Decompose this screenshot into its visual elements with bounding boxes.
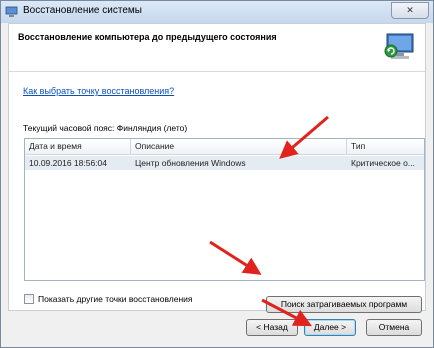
table-row[interactable]: 10.09.2016 18:56:04 Центр обновления Win… <box>25 156 424 170</box>
title-bar[interactable]: Восстановление системы ✕ <box>1 1 433 23</box>
back-button[interactable]: < Назад <box>246 319 298 336</box>
close-button[interactable]: ✕ <box>391 2 429 19</box>
column-header-description[interactable]: Описание <box>131 139 347 154</box>
row-type: Критическое о... <box>351 158 415 168</box>
system-restore-window: Восстановление системы ✕ Восстановление … <box>0 0 434 348</box>
cancel-button[interactable]: Отмена <box>366 319 422 336</box>
column-header-date[interactable]: Дата и время <box>25 139 131 154</box>
content-panel: Восстановление компьютера до предыдущего… <box>8 23 426 313</box>
row-description: Центр обновления Windows <box>135 158 246 168</box>
system-restore-icon <box>5 6 18 17</box>
restore-points-table[interactable]: Дата и время Описание Тип 10.09.2016 18:… <box>24 138 425 281</box>
page-title: Восстановление компьютера до предыдущего… <box>18 32 277 42</box>
help-link[interactable]: Как выбрать точку восстановления? <box>23 86 174 96</box>
show-more-label: Показать другие точки восстановления <box>38 294 193 304</box>
row-date: 10.09.2016 18:56:04 <box>29 158 107 168</box>
show-more-option[interactable]: Показать другие точки восстановления <box>24 294 193 304</box>
scan-affected-programs-button[interactable]: Поиск затрагиваемых программ <box>266 296 422 313</box>
next-button[interactable]: Далее > <box>304 319 356 336</box>
window-title: Восстановление системы <box>23 5 142 16</box>
computer-restore-icon <box>384 33 414 59</box>
table-header: Дата и время Описание Тип <box>25 139 424 155</box>
show-more-checkbox[interactable] <box>24 294 34 304</box>
column-header-type[interactable]: Тип <box>347 139 424 154</box>
timezone-label: Текущий часовой пояс: Финляндия (лето) <box>23 123 188 133</box>
close-icon: ✕ <box>406 5 414 15</box>
header-separator <box>9 71 425 72</box>
